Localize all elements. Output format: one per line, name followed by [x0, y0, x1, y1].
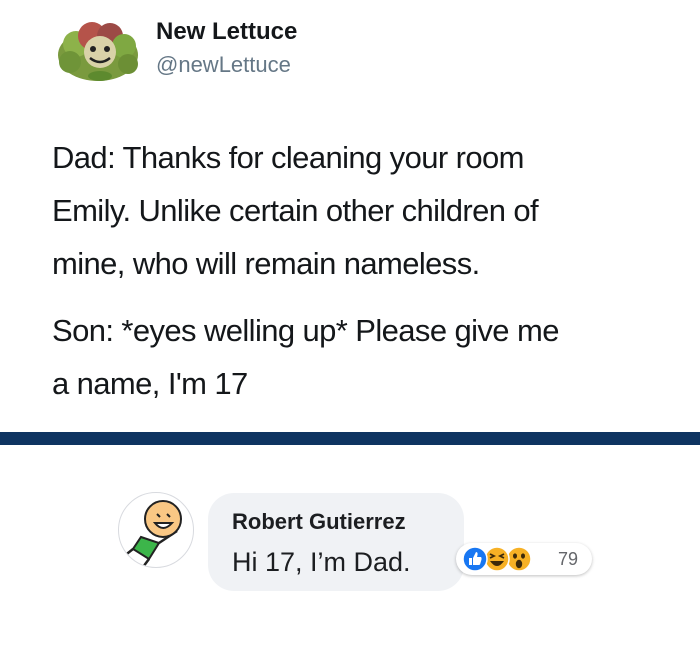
commenter-avatar[interactable] — [118, 492, 194, 568]
tweet-card: New Lettuce @newLettuce Dad: Thanks for … — [0, 0, 700, 432]
comment-bubble: Robert Gutierrez Hi 17, I’m Dad. — [208, 493, 464, 591]
tweet-text-paragraph-1: Dad: Thanks for cleaning your room Emily… — [52, 140, 539, 281]
reaction-count: 79 — [558, 549, 579, 569]
cartoon-stick-figure-icon — [122, 500, 182, 567]
tweet-handle[interactable]: @newLettuce — [156, 52, 291, 78]
tweet-text-paragraph-2: Son: *eyes welling up* Please give me a … — [52, 313, 559, 401]
comment-author-name[interactable]: Robert Gutierrez — [232, 509, 406, 535]
like-reaction-icon — [462, 546, 488, 572]
tweet-display-name[interactable]: New Lettuce — [156, 18, 297, 46]
lettuce-head-icon[interactable] — [52, 18, 142, 88]
facebook-comment: Robert Gutierrez Hi 17, I’m Dad. 79 — [0, 445, 700, 658]
comment-text: Hi 17, I’m Dad. — [232, 547, 411, 577]
reaction-summary[interactable]: 79 — [456, 543, 592, 575]
section-divider — [0, 432, 700, 445]
